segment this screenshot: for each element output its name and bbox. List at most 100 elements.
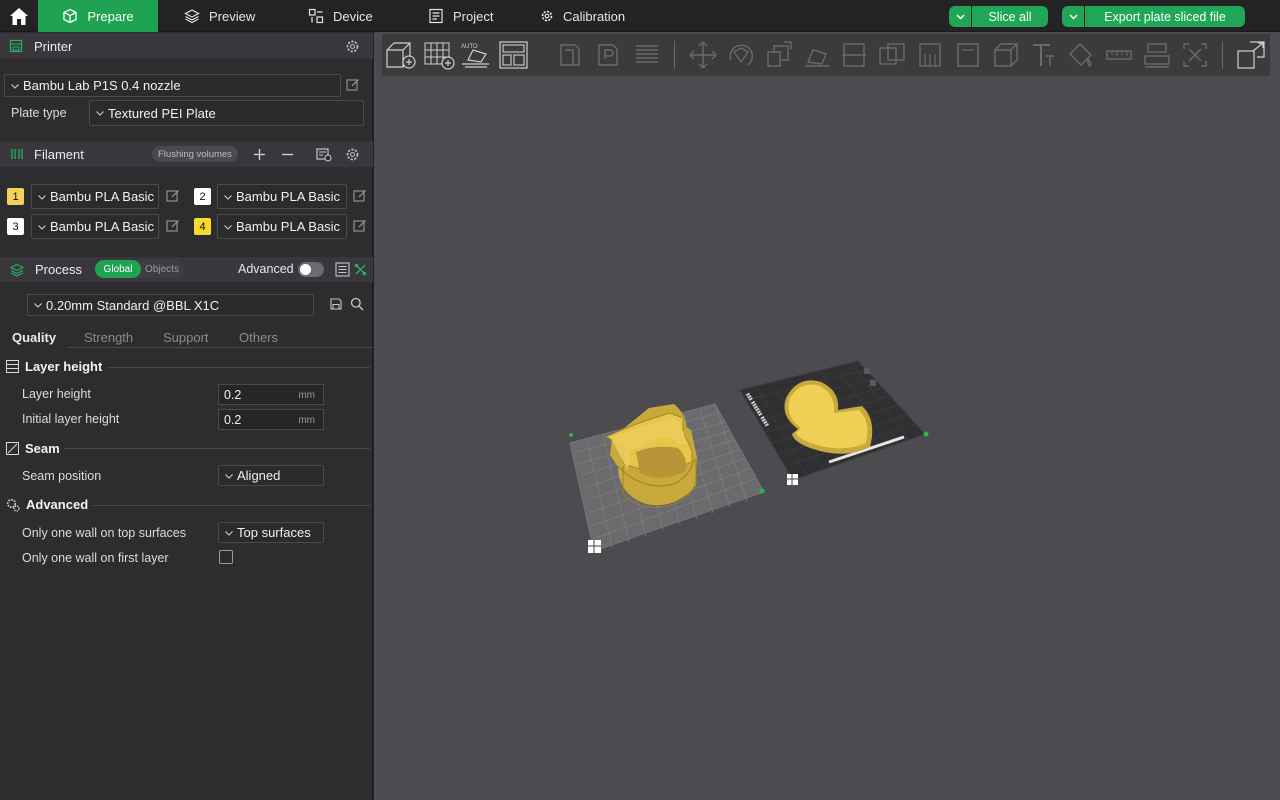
gear-icon[interactable] [345, 39, 360, 54]
list-view-icon[interactable] [335, 262, 350, 277]
chevron-down-icon [11, 83, 19, 89]
one-wall-first-layer-label: Only one wall on first layer [22, 551, 169, 565]
chevron-down-icon [34, 303, 42, 308]
sync-ams-icon[interactable] [316, 147, 332, 162]
one-wall-top-select[interactable]: Top surfaces [218, 522, 324, 543]
device-icon [308, 8, 324, 24]
edit-icon[interactable] [166, 189, 180, 203]
compare-icon[interactable] [354, 263, 367, 276]
edit-icon[interactable] [353, 189, 367, 203]
home-icon [10, 7, 28, 25]
tab-preview[interactable]: Preview [172, 0, 267, 32]
edit-icon[interactable] [353, 219, 367, 233]
filament-select-4[interactable]: Bambu PLA Basic [217, 214, 347, 239]
remove-icon[interactable] [281, 148, 294, 161]
tab-label: Calibration [563, 8, 626, 24]
axis-marker [923, 431, 929, 437]
chevron-down-icon [224, 224, 232, 230]
chevron-down-icon [224, 194, 232, 200]
seam-position-value: Aligned [237, 468, 281, 483]
tab-project[interactable]: Project [416, 0, 505, 32]
chevron-down-icon [225, 530, 233, 536]
slice-dropdown-button[interactable] [949, 6, 971, 27]
add-icon[interactable] [253, 148, 266, 161]
slice-all-group: Slice all [949, 6, 1048, 27]
tab-quality[interactable]: Quality [12, 330, 56, 345]
tab-support[interactable]: Support [163, 330, 209, 345]
slot-number: 3 [12, 220, 19, 233]
advanced-toggle[interactable] [298, 262, 324, 277]
process-preset-select[interactable]: 0.20mm Standard @BBL X1C [27, 294, 314, 316]
axis-marker [569, 433, 573, 437]
gear-icon[interactable] [345, 147, 360, 162]
edit-icon[interactable] [166, 219, 180, 233]
advanced-gear-icon [6, 498, 20, 512]
layer-height-icon [6, 360, 19, 373]
filament-slot-badge[interactable]: 1 [7, 188, 24, 205]
filament-name: Bambu PLA Basic [50, 219, 155, 234]
printer-select[interactable]: Bambu Lab P1S 0.4 nozzle [4, 74, 341, 97]
home-button[interactable] [0, 0, 38, 32]
build-plate-scene: ▮▮▮ ▮▮▮▮▮▮ ▮▮▮▮ [569, 360, 929, 553]
one-wall-first-layer-checkbox[interactable] [219, 550, 233, 564]
tab-label: Preview [209, 8, 256, 24]
group-divider [92, 505, 370, 506]
plate-corner-marker [588, 540, 601, 553]
search-icon[interactable] [350, 297, 364, 311]
tab-label: Project [453, 8, 494, 24]
global-option[interactable]: Global [95, 260, 141, 278]
objects-option[interactable]: Objects [143, 260, 181, 278]
save-icon[interactable] [330, 298, 342, 310]
3d-viewport[interactable]: AUTO ▮▮▮ ▮▮▮▮▮▮ ▮▮▮▮ [374, 32, 1280, 800]
chevron-down-icon [956, 14, 964, 19]
group-divider [64, 448, 370, 449]
document-icon [429, 8, 443, 24]
layer-height-group-title: Layer height [6, 359, 102, 374]
layer-height-input[interactable]: 0.2 mm [218, 384, 324, 405]
filament-slot-badge[interactable]: 4 [194, 218, 211, 235]
plate-type-select[interactable]: Textured PEI Plate [89, 100, 364, 126]
field-value: 0.2 [224, 387, 242, 402]
unit-label: mm [298, 390, 315, 401]
tab-others[interactable]: Others [239, 330, 278, 345]
tab-label: Device [333, 8, 373, 24]
filament-name: Bambu PLA Basic [236, 219, 341, 234]
seam-icon [6, 442, 19, 455]
filament-slot-badge[interactable]: 3 [7, 218, 24, 235]
slice-all-button[interactable]: Slice all [972, 6, 1048, 27]
export-sliced-button[interactable]: Export plate sliced file [1085, 6, 1245, 27]
filament-name: Bambu PLA Basic [236, 189, 341, 204]
seam-position-select[interactable]: Aligned [218, 465, 324, 486]
printer-title: Printer [34, 38, 73, 54]
seam-group-title: Seam [6, 441, 60, 456]
unit-label: mm [298, 415, 315, 426]
filament-select-1[interactable]: Bambu PLA Basic [31, 184, 159, 209]
tab-strength[interactable]: Strength [84, 330, 133, 345]
slot-number: 1 [12, 190, 19, 203]
toggle-knob [300, 264, 311, 275]
initial-layer-height-label: Initial layer height [22, 412, 120, 426]
gear-icon [541, 10, 553, 22]
export-dropdown-button[interactable] [1062, 6, 1084, 27]
tab-label: Prepare [87, 8, 134, 24]
tab-prepare[interactable]: Prepare [38, 0, 158, 32]
tab-device[interactable]: Device [296, 0, 385, 32]
active-tab-underline [0, 346, 68, 348]
chevron-down-icon [1069, 14, 1077, 19]
printer-section-header: Printer [0, 33, 373, 59]
one-wall-top-label: Only one wall on top surfaces [22, 526, 186, 540]
filament-select-3[interactable]: Bambu PLA Basic [31, 214, 159, 239]
flushing-volumes-button[interactable]: Flushing volumes [152, 146, 238, 162]
chevron-down-icon [38, 224, 46, 230]
tab-calibration[interactable]: Calibration [528, 0, 637, 32]
edit-icon[interactable] [346, 78, 360, 92]
filament-select-2[interactable]: Bambu PLA Basic [217, 184, 347, 209]
filament-slot-badge[interactable]: 2 [194, 188, 211, 205]
process-title: Process [35, 262, 82, 277]
group-title-text: Advanced [26, 497, 89, 512]
chevron-down-icon [225, 473, 233, 479]
global-objects-switch[interactable]: Global Objects [95, 260, 185, 278]
initial-layer-height-input[interactable]: 0.2 mm [218, 409, 324, 430]
export-group: Export plate sliced file [1062, 6, 1245, 27]
axis-marker [759, 488, 765, 494]
